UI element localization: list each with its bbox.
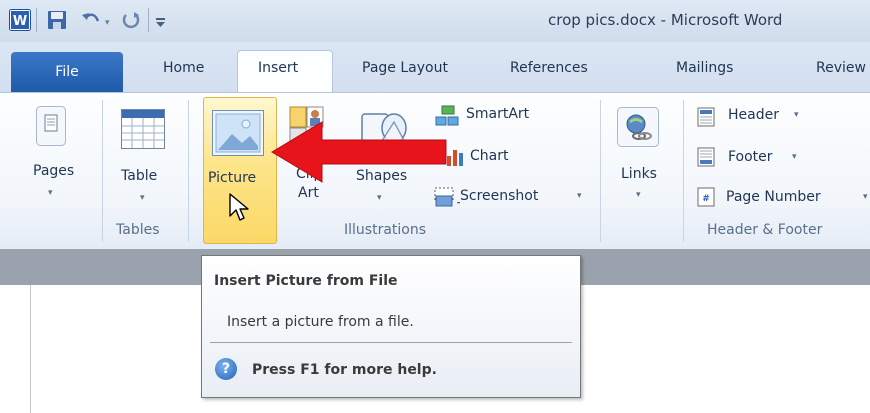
tooltip-body: Insert a picture from a file. bbox=[227, 314, 414, 330]
tables-group-label: Tables bbox=[116, 222, 160, 238]
picture-label: Picture bbox=[208, 170, 257, 186]
tab-insert[interactable]: Insert bbox=[258, 60, 298, 76]
header-label: Header bbox=[728, 107, 779, 123]
header-footer-group-label: Header & Footer bbox=[707, 222, 823, 238]
group-separator bbox=[102, 100, 103, 242]
links-label: Links bbox=[621, 166, 657, 182]
page-number-dropdown-icon: ▾ bbox=[863, 192, 868, 202]
pages-label: Pages bbox=[33, 163, 75, 179]
word-logo-icon[interactable]: W bbox=[9, 9, 31, 31]
qat-divider-2 bbox=[148, 8, 149, 32]
header-dropdown-icon: ▾ bbox=[794, 110, 799, 120]
header-icon bbox=[697, 107, 715, 131]
pages-icon bbox=[36, 106, 66, 150]
tab-review[interactable]: Review bbox=[816, 60, 866, 76]
redo-icon[interactable] bbox=[120, 9, 142, 31]
tab-page-layout[interactable]: Page Layout bbox=[362, 60, 448, 76]
page-number-icon: # bbox=[697, 187, 715, 211]
header-button[interactable] bbox=[690, 104, 868, 132]
shapes-dropdown-icon: ▾ bbox=[377, 193, 382, 203]
svg-text:W: W bbox=[13, 14, 27, 29]
svg-text:#: # bbox=[702, 194, 710, 204]
screenshot-dropdown-icon: ▾ bbox=[577, 191, 582, 201]
tooltip: Insert Picture from File Insert a pictur… bbox=[201, 255, 581, 398]
page-number-label: Page Number bbox=[726, 189, 821, 205]
document-page[interactable] bbox=[0, 285, 31, 413]
footer-label: Footer bbox=[728, 149, 773, 165]
group-separator bbox=[188, 100, 189, 242]
customize-qat-icon[interactable] bbox=[154, 9, 168, 31]
screenshot-label: Screenshot bbox=[460, 188, 539, 204]
red-arrow-icon bbox=[270, 118, 450, 190]
tooltip-divider bbox=[210, 342, 572, 343]
table-label: Table bbox=[121, 168, 158, 184]
footer-button[interactable] bbox=[690, 144, 868, 172]
tab-mailings[interactable]: Mailings bbox=[676, 60, 733, 76]
footer-dropdown-icon: ▾ bbox=[792, 152, 797, 162]
undo-icon[interactable]: ▾ bbox=[80, 9, 110, 31]
illustrations-group-label: Illustrations bbox=[344, 222, 427, 238]
picture-icon bbox=[212, 110, 264, 160]
footer-icon bbox=[697, 147, 715, 171]
links-dropdown-icon: ▾ bbox=[636, 190, 641, 200]
tab-references[interactable]: References bbox=[510, 60, 588, 76]
tab-home[interactable]: Home bbox=[163, 60, 204, 76]
pages-dropdown-icon: ▾ bbox=[48, 188, 53, 198]
table-dropdown-icon: ▾ bbox=[140, 193, 145, 203]
help-icon: ? bbox=[215, 358, 237, 380]
group-separator bbox=[600, 100, 601, 242]
table-icon bbox=[121, 109, 165, 153]
tooltip-help-text: Press F1 for more help. bbox=[252, 362, 437, 378]
qat-divider bbox=[36, 8, 37, 32]
svg-text:▾: ▾ bbox=[105, 18, 110, 28]
smartart-label: SmartArt bbox=[466, 106, 530, 122]
tooltip-title: Insert Picture from File bbox=[214, 273, 398, 289]
links-icon bbox=[617, 107, 659, 151]
group-separator bbox=[683, 100, 684, 242]
mouse-cursor-icon bbox=[228, 192, 250, 228]
chart-label: Chart bbox=[470, 148, 509, 164]
tab-file[interactable]: File bbox=[11, 52, 123, 92]
save-icon[interactable] bbox=[46, 9, 68, 31]
window-title: crop pics.docx - Microsoft Word bbox=[548, 11, 783, 29]
